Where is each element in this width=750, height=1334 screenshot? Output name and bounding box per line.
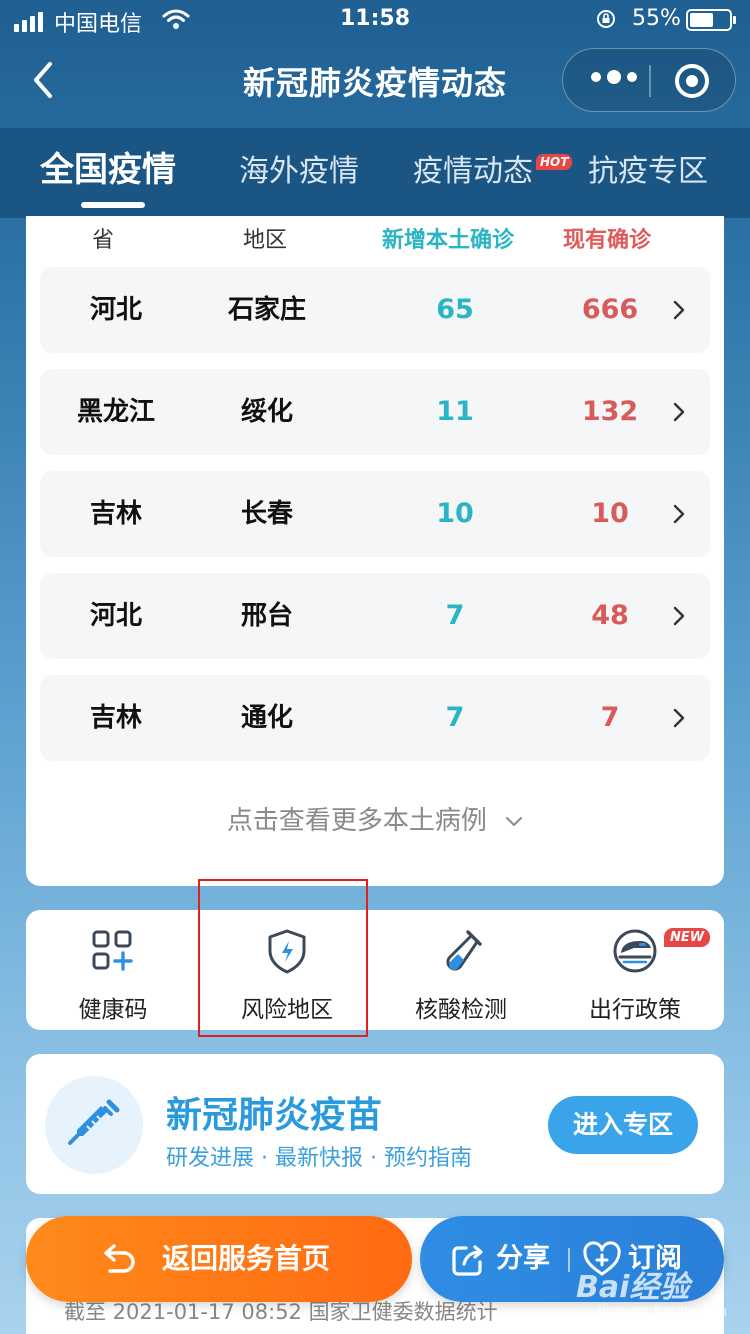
more-cases-label: 点击查看更多本土病例	[226, 806, 487, 836]
active-tab-indicator	[81, 202, 145, 208]
tab-overseas[interactable]: 海外疫情	[239, 146, 359, 190]
row-current: 7	[600, 702, 620, 733]
close-miniprogram-button[interactable]	[675, 64, 709, 98]
row-current: 666	[581, 294, 639, 325]
service-health-code[interactable]: 健康码	[26, 910, 200, 1030]
row-new-local: 10	[436, 498, 474, 529]
service-label: 健康码	[78, 997, 148, 1023]
enter-zone-button[interactable]: 进入专区	[548, 1096, 698, 1154]
row-area: 邢台	[240, 601, 293, 631]
share-button[interactable]: 分享	[496, 1216, 550, 1302]
miniprogram-capsule	[562, 48, 736, 112]
row-province: 河北	[89, 295, 142, 325]
health-code-icon	[92, 930, 133, 971]
service-nucleic-test[interactable]: 核酸检测	[374, 910, 548, 1030]
share-icon[interactable]	[450, 1242, 486, 1278]
watermark-url: jingyan.baidu.com	[598, 1304, 728, 1320]
service-label: 核酸检测	[415, 997, 507, 1023]
vaccine-icon-bg	[45, 1076, 143, 1174]
row-area: 通化	[240, 703, 293, 733]
row-province: 黑龙江	[76, 397, 155, 427]
header-province: 省	[92, 228, 115, 253]
service-label: 出行政策	[589, 997, 681, 1023]
tab-special-zone[interactable]: 抗疫专区	[588, 146, 708, 190]
row-province: 河北	[89, 601, 142, 631]
syringe-icon	[68, 1099, 120, 1145]
capsule-divider	[649, 65, 651, 97]
chevron-right-icon	[673, 504, 685, 524]
header-new-local: 新增本土确诊	[382, 228, 515, 253]
watermark-logo: Bai经验	[576, 1270, 690, 1305]
return-home-button[interactable]: 返回服务首页	[26, 1216, 412, 1302]
header-area: 地区	[243, 228, 288, 253]
table-row[interactable]: 吉林 长春 10 10	[40, 471, 710, 557]
hot-badge: HOT	[536, 154, 573, 170]
more-cases-link[interactable]: 点击查看更多本土病例	[26, 800, 724, 837]
train-icon	[613, 929, 657, 973]
battery-percent: 55%	[632, 6, 681, 31]
return-home-label: 返回服务首页	[162, 1242, 331, 1275]
chevron-down-icon	[506, 816, 523, 826]
row-new-local: 11	[436, 396, 474, 427]
return-icon	[104, 1244, 135, 1273]
row-province: 吉林	[89, 703, 142, 733]
button-divider	[568, 1248, 570, 1272]
orientation-lock-icon	[597, 10, 615, 28]
tab-news[interactable]: 疫情动态	[413, 146, 533, 190]
table-row[interactable]: 河北 石家庄 65 666	[40, 267, 710, 353]
row-province: 吉林	[89, 499, 142, 529]
vaccine-subtitle: 研发进展 · 最新快报 · 预约指南	[166, 1146, 472, 1171]
chevron-right-icon	[673, 708, 685, 728]
chevron-right-icon	[673, 300, 685, 320]
row-current: 132	[581, 396, 639, 427]
vaccine-title: 新冠肺炎疫苗	[166, 1095, 383, 1136]
row-area: 石家庄	[227, 295, 306, 325]
row-current: 10	[591, 498, 629, 529]
row-area: 绥化	[240, 397, 293, 427]
row-new-local: 7	[445, 702, 465, 733]
more-options-button[interactable]	[591, 70, 637, 84]
row-area: 长春	[240, 499, 293, 529]
row-new-local: 65	[436, 294, 474, 325]
row-current: 48	[591, 600, 629, 631]
tab-national[interactable]: 全国疫情	[40, 142, 176, 191]
chevron-right-icon	[673, 402, 685, 422]
header-current: 现有确诊	[563, 228, 652, 253]
battery-icon	[686, 9, 736, 31]
table-row[interactable]: 黑龙江 绥化 11 132	[40, 369, 710, 455]
row-new-local: 7	[445, 600, 465, 631]
highlight-box	[198, 879, 368, 1037]
new-badge: NEW	[664, 928, 711, 947]
test-tube-icon	[446, 930, 482, 971]
table-row[interactable]: 吉林 通化 7 7	[40, 675, 710, 761]
status-bar: 中国电信 11:58 55%	[0, 0, 750, 40]
chevron-right-icon	[673, 606, 685, 626]
table-row[interactable]: 河北 邢台 7 48	[40, 573, 710, 659]
